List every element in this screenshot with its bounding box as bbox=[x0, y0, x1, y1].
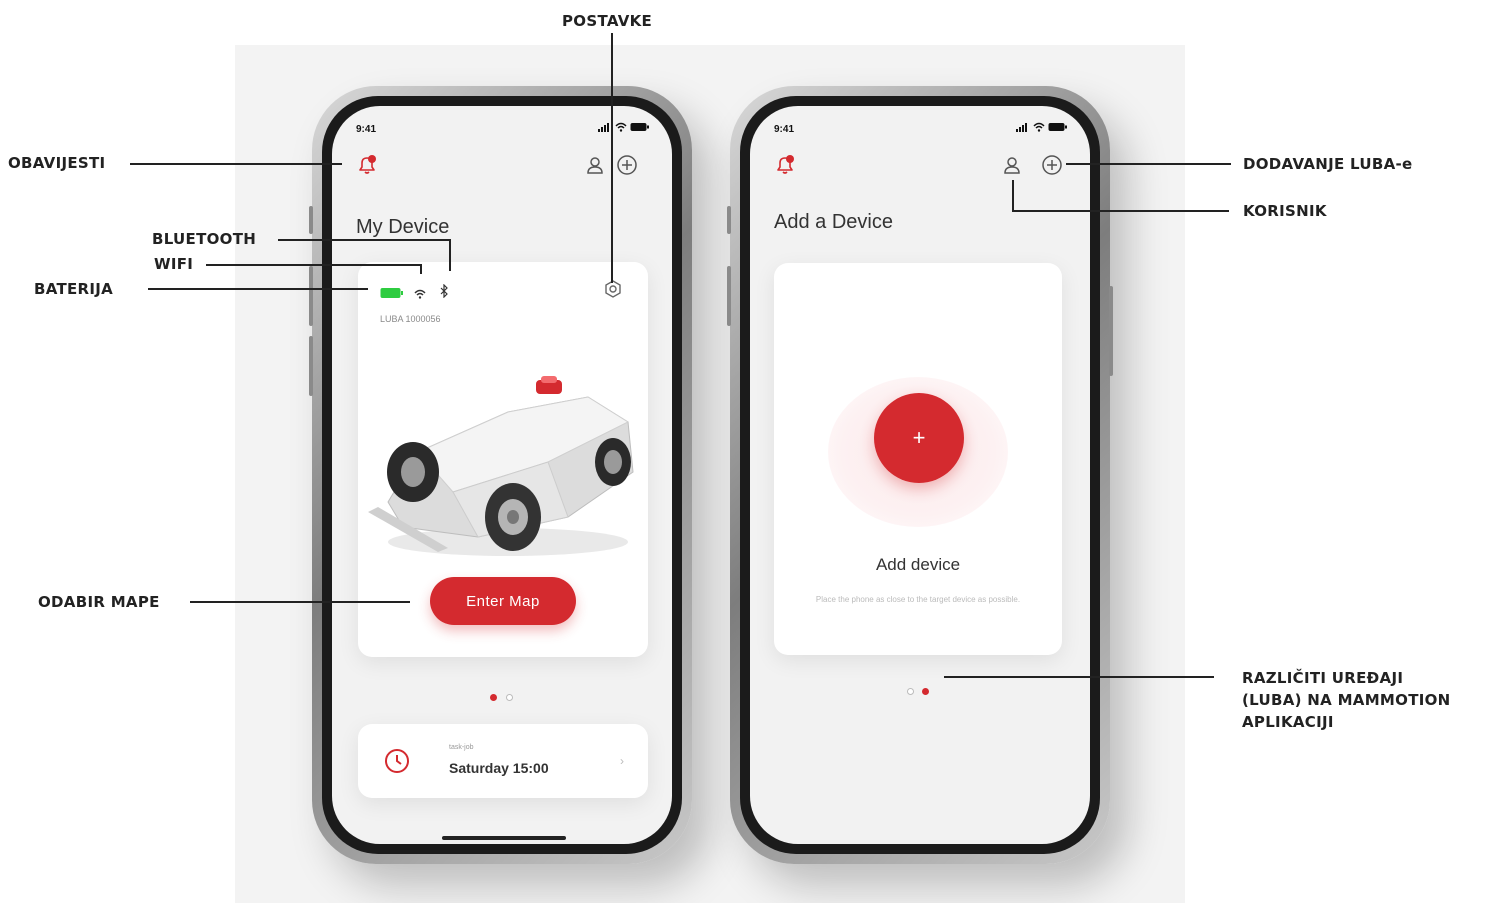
device-name: LUBA 1000056 bbox=[380, 314, 441, 324]
wifi-icon bbox=[1033, 122, 1045, 132]
status-icons bbox=[598, 122, 650, 132]
bluetooth-icon bbox=[440, 283, 448, 299]
leader-line bbox=[449, 239, 451, 271]
leader-line bbox=[190, 601, 410, 603]
notifications-button[interactable] bbox=[774, 154, 796, 181]
leader-line bbox=[130, 163, 342, 165]
settings-icon bbox=[605, 280, 621, 298]
device-card[interactable]: LUBA 1000056 Enter Map bbox=[358, 262, 648, 657]
leader-line bbox=[420, 264, 422, 274]
phone-bezel: 9:41 My Device LUBA 1000056 Enter Map ta… bbox=[322, 96, 682, 854]
callout-line: (LUBA) NA MAMMOTION bbox=[1242, 691, 1451, 709]
side-button bbox=[1109, 286, 1113, 376]
callout-notifications: OBAVIJESTI bbox=[8, 154, 106, 172]
status-time: 9:41 bbox=[774, 124, 795, 135]
clock-icon bbox=[385, 749, 409, 773]
user-icon bbox=[1004, 157, 1020, 174]
leader-line bbox=[148, 288, 368, 290]
callout-different-devices: RAZLIČITI UREĐAJI (LUBA) NA MAMMOTION AP… bbox=[1242, 667, 1451, 733]
right-phone: 9:41 Add a Device + Add device Place the… bbox=[727, 86, 1113, 864]
page-dot-active[interactable] bbox=[490, 694, 497, 701]
leader-line bbox=[278, 239, 450, 241]
wifi-indicator bbox=[414, 286, 426, 304]
add-device-button[interactable] bbox=[616, 154, 638, 181]
add-circle-icon bbox=[1042, 155, 1062, 175]
status-icons bbox=[1016, 122, 1068, 132]
bluetooth-indicator bbox=[440, 283, 448, 303]
left-phone: 9:41 My Device LUBA 1000056 Enter Map ta… bbox=[309, 86, 692, 864]
callout-line: APLIKACIJI bbox=[1242, 713, 1334, 731]
callout-battery: BATERIJA bbox=[34, 280, 114, 298]
callout-select-map: ODABIR MAPE bbox=[38, 593, 160, 611]
side-button bbox=[309, 206, 313, 234]
leader-line bbox=[206, 264, 421, 266]
leader-line bbox=[1012, 210, 1229, 212]
battery-icon bbox=[1048, 123, 1067, 131]
leader-line bbox=[1012, 180, 1014, 211]
add-circle-icon bbox=[617, 155, 637, 175]
callout-settings: POSTAVKE bbox=[562, 12, 653, 30]
add-device-button[interactable] bbox=[1041, 154, 1063, 181]
callout-add-luba: DODAVANJE LUBA-e bbox=[1243, 155, 1413, 173]
user-icon bbox=[587, 157, 603, 174]
side-button bbox=[309, 266, 313, 326]
settings-button[interactable] bbox=[604, 280, 622, 303]
side-button bbox=[727, 266, 731, 326]
side-button bbox=[309, 336, 313, 396]
callout-user: KORISNIK bbox=[1243, 202, 1327, 220]
leader-line bbox=[611, 33, 613, 283]
callout-wifi: WIFI bbox=[154, 255, 194, 273]
chevron-right-icon: › bbox=[620, 754, 624, 768]
wifi-icon bbox=[414, 289, 426, 299]
wifi-icon bbox=[615, 122, 627, 132]
add-device-hint: Place the phone as close to the target d… bbox=[815, 595, 1021, 604]
signal-icon bbox=[1016, 123, 1027, 132]
battery-icon bbox=[630, 123, 649, 131]
user-button[interactable] bbox=[585, 155, 605, 180]
bell-icon bbox=[359, 155, 376, 174]
bell-icon bbox=[777, 155, 794, 174]
schedule-card[interactable]: task-job Saturday 15:00 › bbox=[358, 724, 648, 798]
leader-line bbox=[1066, 163, 1231, 165]
add-device-label: Add device bbox=[875, 555, 961, 574]
page-dot-inactive[interactable] bbox=[506, 694, 513, 701]
page-dot-active[interactable] bbox=[922, 688, 929, 695]
add-device-plus-button[interactable]: + bbox=[874, 393, 964, 483]
page-title: Add a Device bbox=[774, 211, 893, 233]
schedule-time: Saturday 15:00 bbox=[449, 760, 549, 776]
right-screen: 9:41 Add a Device + Add device Place the… bbox=[750, 106, 1090, 844]
page-title: My Device bbox=[356, 216, 450, 238]
home-indicator bbox=[442, 836, 566, 840]
callout-line: RAZLIČITI UREĐAJI bbox=[1242, 669, 1404, 687]
battery-icon bbox=[380, 288, 403, 298]
robot-mower-image bbox=[368, 376, 634, 556]
leader-line bbox=[944, 676, 1214, 678]
user-button[interactable] bbox=[1002, 155, 1022, 180]
schedule-task-name: task-job bbox=[449, 744, 474, 751]
add-device-card[interactable]: + Add device Place the phone as close to… bbox=[774, 263, 1062, 655]
page-dot-inactive[interactable] bbox=[907, 688, 914, 695]
notifications-button[interactable] bbox=[356, 154, 378, 181]
status-time: 9:41 bbox=[356, 124, 377, 135]
callout-bluetooth: BLUETOOTH bbox=[152, 230, 257, 248]
signal-icon bbox=[598, 123, 609, 132]
enter-map-button[interactable]: Enter Map bbox=[430, 577, 576, 625]
side-button bbox=[727, 206, 731, 234]
left-screen: 9:41 My Device LUBA 1000056 Enter Map ta… bbox=[332, 106, 672, 844]
battery-indicator bbox=[380, 286, 404, 304]
